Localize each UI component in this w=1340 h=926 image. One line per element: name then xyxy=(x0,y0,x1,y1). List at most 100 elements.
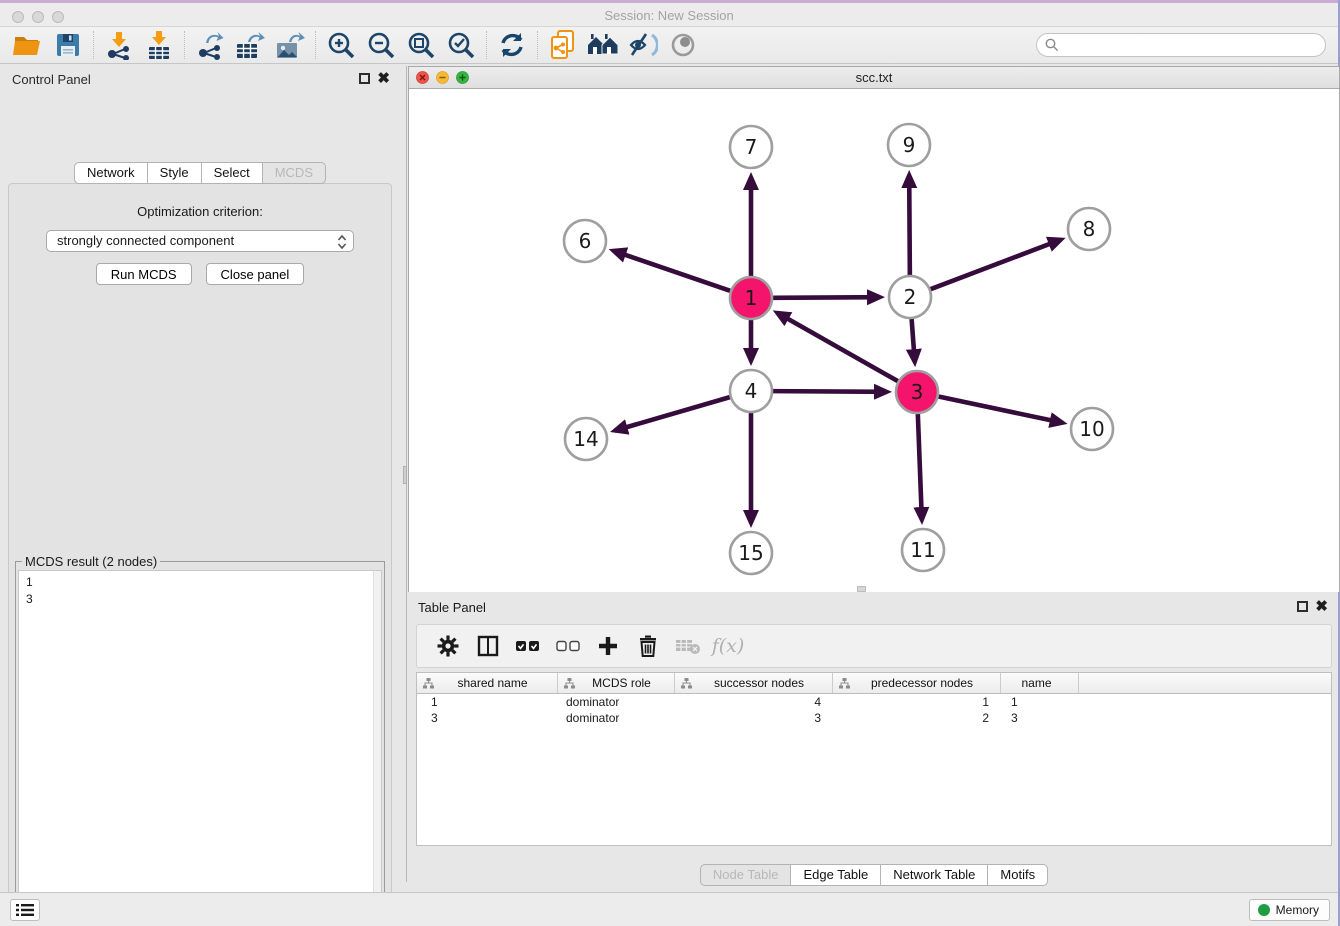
result-line: 1 xyxy=(26,574,381,591)
float-table-panel-icon[interactable] xyxy=(1297,601,1308,612)
show-graphics-details-button[interactable] xyxy=(663,29,703,61)
table-cell[interactable]: 3 xyxy=(1001,710,1079,726)
run-mcds-button[interactable]: Run MCDS xyxy=(96,263,192,285)
import-table-button[interactable] xyxy=(139,29,179,61)
column-layout-button[interactable] xyxy=(473,633,503,659)
edge-2-9[interactable] xyxy=(909,175,910,275)
table-cell[interactable]: 1 xyxy=(833,694,1001,710)
edge-4-14[interactable] xyxy=(615,397,730,430)
status-bar: Memory xyxy=(0,892,1338,926)
export-image-button[interactable] xyxy=(270,29,310,61)
tab-motifs[interactable]: Motifs xyxy=(987,864,1048,886)
zoom-out-button[interactable] xyxy=(361,29,401,61)
open-session-button[interactable] xyxy=(8,29,48,61)
checked-boxes-icon xyxy=(516,639,540,653)
mcds-result-list[interactable]: 13 xyxy=(18,570,382,926)
save-floppy-icon xyxy=(55,32,81,58)
close-panel-icon[interactable]: ✖ xyxy=(377,69,390,87)
edge-3-11[interactable] xyxy=(918,414,922,520)
table-row[interactable]: 1dominator411 xyxy=(417,694,1331,710)
table-panel: Table Panel ✖ xyxy=(408,594,1340,888)
tab-select[interactable]: Select xyxy=(201,162,263,184)
column-header-MCDS-role[interactable]: MCDS role xyxy=(558,673,675,693)
unselect-all-columns-button[interactable] xyxy=(553,633,583,659)
node-label-7: 7 xyxy=(745,135,758,159)
delete-column-button[interactable] xyxy=(633,633,663,659)
close-table-panel-icon[interactable]: ✖ xyxy=(1315,597,1328,615)
table-header[interactable]: shared nameMCDS rolesuccessor nodesprede… xyxy=(417,673,1331,694)
edge-1-2[interactable] xyxy=(773,297,880,298)
node-label-4: 4 xyxy=(745,379,758,403)
unchecked-boxes-icon xyxy=(556,639,580,653)
refresh-button[interactable] xyxy=(492,29,532,61)
tab-mcds[interactable]: MCDS xyxy=(262,162,326,184)
home-button[interactable] xyxy=(583,29,623,61)
table-row[interactable]: 3dominator323 xyxy=(417,710,1331,726)
memory-button[interactable]: Memory xyxy=(1249,899,1330,921)
table-cell[interactable]: dominator xyxy=(558,710,675,726)
column-header-name[interactable]: name xyxy=(1001,673,1079,693)
zoom-in-button[interactable] xyxy=(321,29,361,61)
tab-style[interactable]: Style xyxy=(147,162,202,184)
table-cell[interactable]: 3 xyxy=(675,710,833,726)
hide-graphics-details-button[interactable] xyxy=(623,29,663,61)
tab-edge-table[interactable]: Edge Table xyxy=(790,864,881,886)
export-table-button[interactable] xyxy=(230,29,270,61)
network-canvas[interactable]: 7968124314101511 xyxy=(409,89,1339,592)
table-cell[interactable]: dominator xyxy=(558,694,675,710)
node-table[interactable]: shared nameMCDS rolesuccessor nodesprede… xyxy=(416,672,1332,846)
horizontal-splitter-grip[interactable] xyxy=(857,586,866,592)
criterion-dropdown-value: strongly connected component xyxy=(57,233,234,248)
column-header-successor-nodes[interactable]: successor nodes xyxy=(675,673,833,693)
tab-node-table[interactable]: Node Table xyxy=(700,864,792,886)
add-column-button[interactable] xyxy=(593,633,623,659)
network-window-titlebar[interactable]: scc.txt xyxy=(409,67,1339,89)
table-cell[interactable]: 4 xyxy=(675,694,833,710)
export-network-button[interactable] xyxy=(190,29,230,61)
destroy-table-button[interactable] xyxy=(673,633,703,659)
zoom-selected-button[interactable] xyxy=(441,29,481,61)
save-session-button[interactable] xyxy=(48,29,88,61)
table-body[interactable]: 1dominator4113dominator323 xyxy=(417,694,1331,726)
criterion-dropdown[interactable]: strongly connected component xyxy=(46,230,354,252)
edge-2-3[interactable] xyxy=(912,319,915,362)
table-cell[interactable]: 1 xyxy=(417,694,558,710)
close-panel-button[interactable]: Close panel xyxy=(206,263,305,285)
clone-network-button[interactable] xyxy=(543,29,583,61)
list-icon xyxy=(16,903,34,917)
import-network-button[interactable] xyxy=(99,29,139,61)
table-cell[interactable]: 1 xyxy=(1001,694,1079,710)
node-label-15: 15 xyxy=(738,541,763,565)
toolbar-separator xyxy=(486,31,487,59)
edge-3-10[interactable] xyxy=(939,397,1063,423)
column-header-shared-name[interactable]: shared name xyxy=(417,673,558,693)
column-header-predecessor-nodes[interactable]: predecessor nodes xyxy=(833,673,1001,693)
search-input[interactable] xyxy=(1059,36,1325,54)
table-cell[interactable]: 2 xyxy=(833,710,1001,726)
control-panel-tabs: NetworkStyleSelectMCDS xyxy=(0,162,400,184)
task-history-button[interactable] xyxy=(10,899,40,921)
panel-splitter[interactable] xyxy=(403,66,407,882)
open-folder-icon xyxy=(13,32,43,58)
float-panel-icon[interactable] xyxy=(359,73,370,84)
splitter-grip[interactable] xyxy=(403,466,407,484)
node-label-3: 3 xyxy=(911,380,924,404)
edge-2-8[interactable] xyxy=(931,240,1061,290)
edge-3-1[interactable] xyxy=(777,313,898,381)
toolbar-separator xyxy=(93,31,94,59)
search-box[interactable] xyxy=(1036,33,1326,57)
network-graph[interactable]: 7968124314101511 xyxy=(409,89,1340,592)
tab-network[interactable]: Network xyxy=(74,162,148,184)
edge-4-3[interactable] xyxy=(773,391,887,392)
edge-1-6[interactable] xyxy=(613,251,730,291)
result-scrollbar[interactable] xyxy=(373,571,381,926)
eye-icon xyxy=(668,31,698,59)
select-all-columns-button[interactable] xyxy=(513,633,543,659)
table-cell[interactable]: 3 xyxy=(417,710,558,726)
attribute-tree-icon xyxy=(423,678,434,689)
dropdown-stepper-icon xyxy=(337,234,347,256)
zoom-fit-button[interactable] xyxy=(401,29,441,61)
table-settings-button[interactable] xyxy=(433,633,463,659)
function-builder-button[interactable]: f(x) xyxy=(713,633,743,659)
tab-network-table[interactable]: Network Table xyxy=(880,864,988,886)
